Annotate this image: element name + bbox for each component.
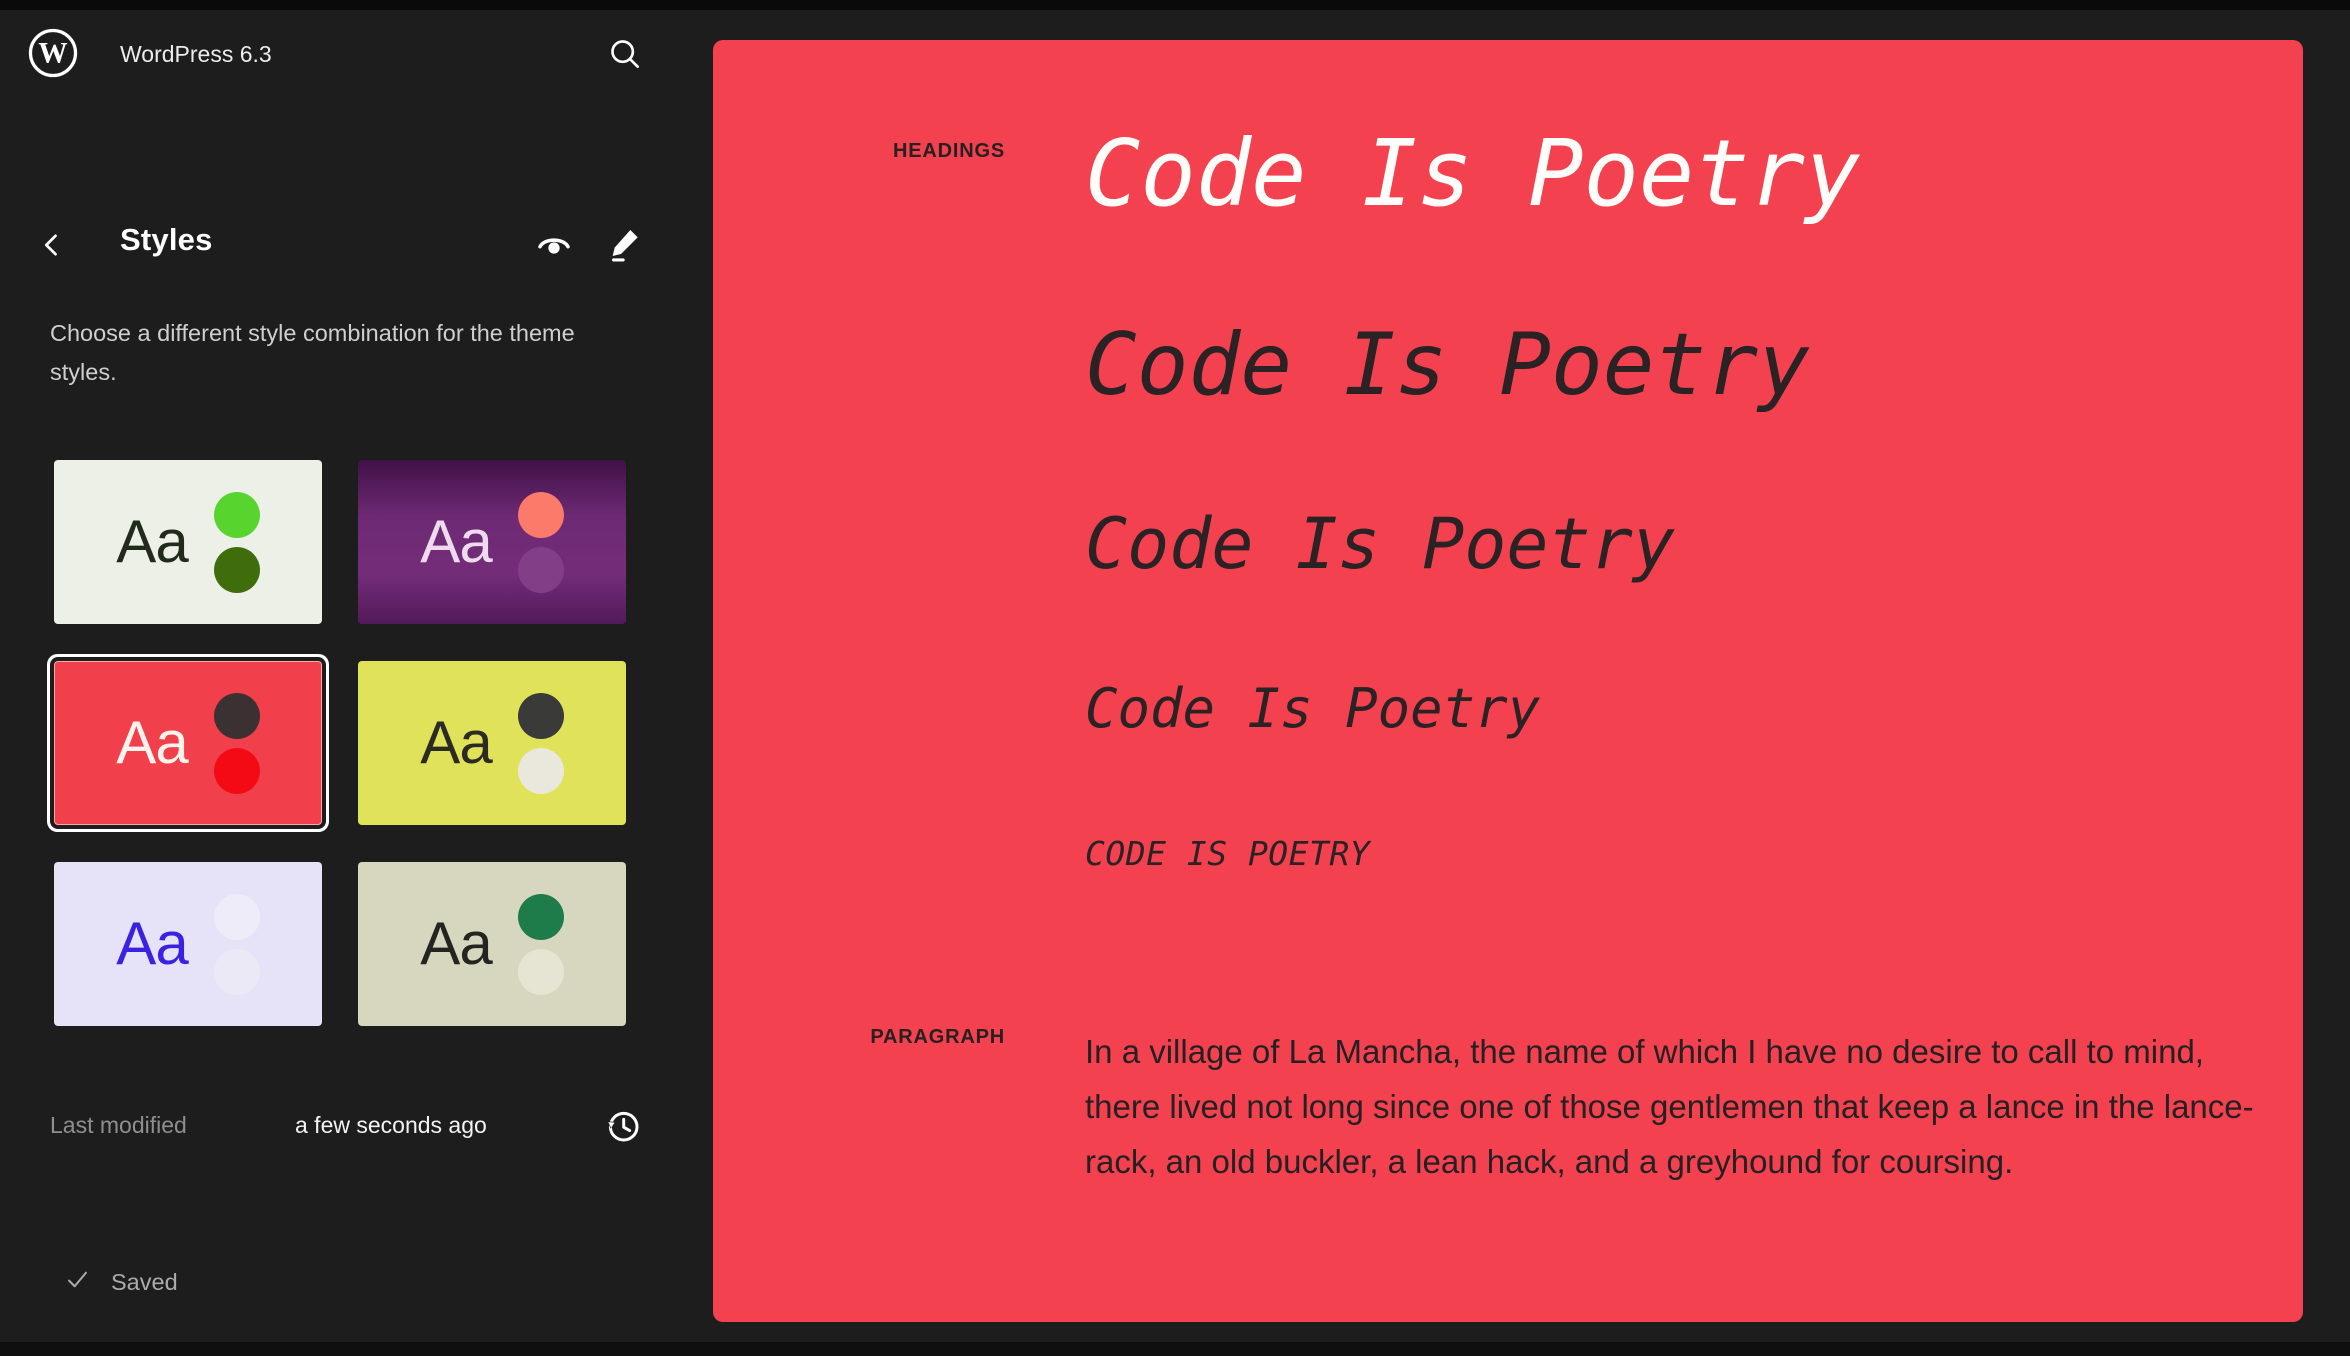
variation-color-dots <box>214 693 260 794</box>
specimen-h1: Code Is Poetry <box>1085 128 1860 220</box>
window-top-edge <box>0 0 2350 10</box>
paragraph-section-label: PARAGRAPH <box>713 1026 1005 1049</box>
variation-color-dots <box>518 492 564 593</box>
variation-color-dots <box>214 894 260 995</box>
style-variation-2[interactable]: Aa <box>358 460 626 624</box>
panel-title: Styles <box>120 222 213 258</box>
color-dot <box>518 492 564 538</box>
revisions-button[interactable] <box>599 1102 647 1150</box>
variation-sample-text: Aa <box>420 512 491 572</box>
saved-label: Saved <box>111 1269 178 1296</box>
last-modified-label: Last modified <box>50 1112 187 1139</box>
search-icon <box>605 34 645 74</box>
svg-text:W: W <box>38 38 67 70</box>
variation-color-dots <box>214 492 260 593</box>
style-book-canvas[interactable]: HEADINGS Code Is Poetry Code Is Poetry Cod… <box>713 40 2303 1322</box>
variation-sample-text: Aa <box>420 713 491 773</box>
style-variation-1[interactable]: Aa <box>54 460 322 624</box>
wordpress-logo-icon: W <box>27 27 79 79</box>
eye-icon <box>534 224 574 264</box>
color-dot <box>518 693 564 739</box>
variation-sample-text: Aa <box>116 512 187 572</box>
edit-styles-button[interactable] <box>600 220 648 268</box>
color-dot <box>214 894 260 940</box>
color-dot <box>518 894 564 940</box>
color-dot <box>214 693 260 739</box>
history-clock-icon <box>602 1105 644 1147</box>
back-button[interactable] <box>30 223 74 267</box>
color-dot <box>518 547 564 593</box>
variation-sample-text: Aa <box>116 713 187 773</box>
last-modified-value: a few seconds ago <box>295 1112 487 1139</box>
variation-color-dots <box>518 894 564 995</box>
color-dot <box>214 547 260 593</box>
specimen-h5: CODE IS POETRY <box>1085 837 1370 870</box>
pencil-icon <box>604 224 644 264</box>
style-variation-5[interactable]: Aa <box>54 862 322 1026</box>
style-book-preview-button[interactable] <box>530 220 578 268</box>
specimen-h3: Code Is Poetry <box>1085 509 1675 579</box>
window-bottom-edge <box>0 1342 2350 1356</box>
check-icon <box>64 1266 91 1298</box>
color-dot <box>518 748 564 794</box>
variation-sample-text: Aa <box>420 914 491 974</box>
site-title: WordPress 6.3 <box>120 41 272 68</box>
style-variation-3-selected[interactable]: Aa <box>54 661 322 825</box>
headings-section-label: HEADINGS <box>713 140 1005 163</box>
saved-status: Saved <box>64 1266 178 1298</box>
variation-sample-text: Aa <box>116 914 187 974</box>
variation-color-dots <box>518 693 564 794</box>
color-dot <box>518 949 564 995</box>
style-variation-4[interactable]: Aa <box>358 661 626 825</box>
style-variation-6[interactable]: Aa <box>358 862 626 1026</box>
color-dot <box>214 492 260 538</box>
style-variations-grid: Aa Aa Aa Aa Aa Aa <box>54 460 626 1026</box>
chevron-left-icon <box>35 228 69 262</box>
specimen-h2: Code Is Poetry <box>1085 322 1810 408</box>
search-button[interactable] <box>601 30 649 78</box>
specimen-h4: Code Is Poetry <box>1085 682 1540 736</box>
styles-description: Choose a different style combination for… <box>50 314 625 392</box>
paragraph-specimen: In a village of La Mancha, the name of w… <box>1085 1024 2255 1189</box>
color-dot <box>214 748 260 794</box>
color-dot <box>214 949 260 995</box>
